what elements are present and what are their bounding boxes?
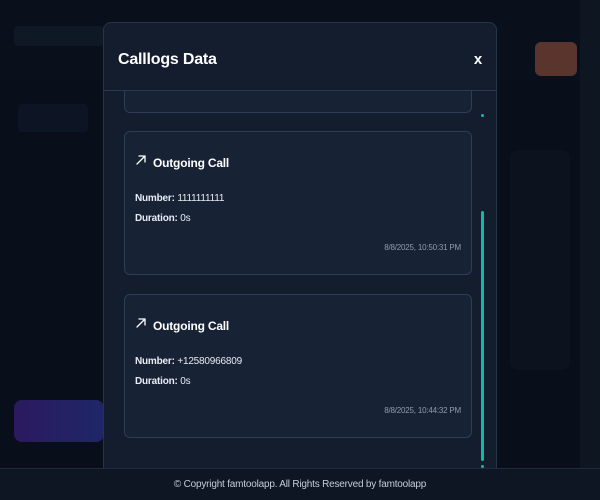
page-footer: © Copyright famtoolapp. All Rights Reser… xyxy=(0,468,600,500)
outgoing-call-arrow-icon xyxy=(136,318,146,328)
number-label: Number: xyxy=(135,356,175,367)
outgoing-call-arrow-icon xyxy=(136,155,146,165)
call-timestamp: 8/8/2025, 10:50:31 PM xyxy=(384,243,461,252)
call-type: Outgoing Call xyxy=(153,319,230,333)
call-number: +12580966809 xyxy=(177,356,242,367)
call-type: Outgoing Call xyxy=(153,156,230,170)
call-log-card: Outgoing Call Number: +12580966809 Durat… xyxy=(124,294,472,438)
calllogs-list[interactable]: Outgoing Call Number: 1111111111 Duratio… xyxy=(104,91,496,481)
copyright-text: © Copyright famtoolapp. All Rights Reser… xyxy=(173,479,427,490)
duration-label: Duration: xyxy=(135,213,178,224)
number-label: Number: xyxy=(135,193,175,204)
duration-label: Duration: xyxy=(135,376,178,387)
call-log-card: Outgoing Call Number: 1111111111 Duratio… xyxy=(124,131,472,275)
call-number-row: Number: 1111111111 xyxy=(135,193,224,204)
call-number-row: Number: +12580966809 xyxy=(135,356,242,367)
close-button[interactable]: x xyxy=(470,51,486,69)
call-duration: 0s xyxy=(180,376,191,387)
modal-header: Calllogs Data x xyxy=(104,23,496,91)
list-item xyxy=(124,91,472,113)
calllogs-modal: Calllogs Data x Outgoing Call Number: 11… xyxy=(103,22,497,482)
call-timestamp: 8/8/2025, 10:44:32 PM xyxy=(384,406,461,415)
modal-title: Calllogs Data xyxy=(118,51,217,68)
call-duration: 0s xyxy=(180,213,191,224)
scrollbar-top-arrow[interactable] xyxy=(481,114,484,117)
call-duration-row: Duration: 0s xyxy=(135,376,191,387)
call-number: 1111111111 xyxy=(177,193,225,204)
call-duration-row: Duration: 0s xyxy=(135,213,191,224)
scrollbar-thumb[interactable] xyxy=(481,211,484,461)
